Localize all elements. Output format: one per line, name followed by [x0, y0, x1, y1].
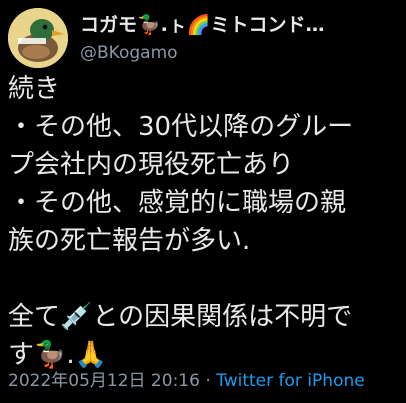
tweet-meta: 2022年05月12日 20:16 · Twitter for iPhone: [8, 369, 406, 393]
tweet-line: 族の死亡報告が多い.: [8, 226, 251, 256]
meta-separator: ·: [199, 371, 217, 391]
tweet-line: ・その他、感覚的に職場の親: [8, 188, 347, 218]
tweet-line: ・その他、30代以降のグルー: [8, 112, 354, 142]
user-handle[interactable]: @BKogamo: [80, 40, 398, 66]
tweet-header: コガモ🦆.ㇳ🌈ミトコンド… @BKogamo: [8, 8, 398, 68]
tweet-timestamp[interactable]: 2022年05月12日 20:16: [8, 371, 200, 391]
tweet-line: 続き: [8, 74, 61, 104]
display-name[interactable]: コガモ🦆.ㇳ🌈ミトコンド…: [80, 12, 398, 38]
duck-avatar-icon[interactable]: [8, 8, 68, 68]
tweet-source-link[interactable]: Twitter for iPhone: [216, 371, 365, 391]
tweet-line: プ会社内の現役死亡あり: [8, 150, 295, 180]
tweet-line: 全て💉との因果関係は不明で: [8, 302, 353, 332]
tweet-text: 続き ・その他、30代以降のグルー プ会社内の現役死亡あり ・その他、感覚的に職…: [8, 70, 404, 374]
